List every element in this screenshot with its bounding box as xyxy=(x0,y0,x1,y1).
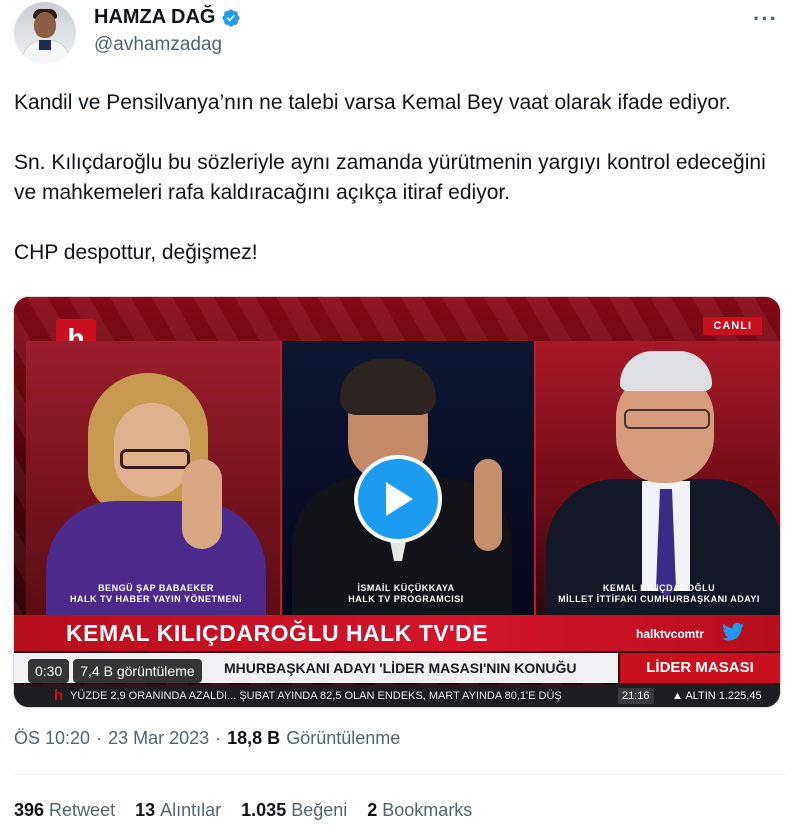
guest-figure xyxy=(624,409,710,429)
avatar-head xyxy=(34,12,56,38)
video-view-count: 7,4 B görüntüleme xyxy=(73,659,202,683)
guest-figure xyxy=(620,351,712,391)
tweet-paragraph: CHP despottur, değişmez! xyxy=(14,241,258,264)
guest-caption: İSMAİL KÜÇÜKKAYA HALK TV PROGRAMCISI xyxy=(280,583,532,605)
avatar-collar xyxy=(39,40,51,50)
tweet-time[interactable]: ÖS 10:20 xyxy=(14,728,90,749)
tweet-paragraph: Sn. Kılıçdaroğlu bu sözleriyle aynı zama… xyxy=(14,151,766,204)
tweet-views-count: 18,8 B xyxy=(227,728,281,748)
divider xyxy=(14,774,786,775)
guest-name: BENGÜ ŞAP BABAEKER xyxy=(98,583,214,593)
author-name-row: HAMZA DAĞ xyxy=(94,6,241,29)
broadcast-headline: KEMAL KILIÇDAROĞLU HALK TV'DE xyxy=(66,620,489,646)
guest-figure xyxy=(474,459,502,551)
stat-quotes[interactable]: 13 Alıntılar xyxy=(135,800,221,821)
tweet-paragraph: Kandil ve Pensilvanya’nın ne talebi vars… xyxy=(14,91,731,114)
guest-figure xyxy=(340,359,436,415)
broadcast-subline: MHURBAŞKANI ADAYI 'LİDER MASASI'NIN KONU… xyxy=(224,660,577,676)
stat-label: Beğeni xyxy=(291,800,348,820)
author-handle[interactable]: @avhamzadag xyxy=(94,34,222,56)
guest-caption: KEMAL KILIÇDAROĞLU MİLLET İTTİFAKI CUMHU… xyxy=(536,583,780,605)
live-badge: CANLI xyxy=(703,317,762,335)
play-button[interactable] xyxy=(354,455,442,543)
stat-likes[interactable]: 1.035 Beğeni xyxy=(241,800,347,821)
ticker-logo: h xyxy=(54,687,64,704)
stat-retweets[interactable]: 396 Retweet xyxy=(14,800,115,821)
engagement-stats: 396 Retweet 13 Alıntılar 1.035 Beğeni 2 Book… xyxy=(14,800,472,821)
play-icon xyxy=(386,482,413,516)
stat-bookmarks[interactable]: 2 Bookmarks xyxy=(367,800,472,821)
tweet-text: Kandil ve Pensilvanya’nın ne talebi vars… xyxy=(14,88,784,298)
guest-title: MİLLET İTTİFAKI CUMHURBAŞKANI ADAYI xyxy=(558,594,760,604)
stat-label: Alıntılar xyxy=(160,800,222,820)
channel-site: halktvcomtr xyxy=(636,627,705,641)
video-info-overlay: 0:30 7,4 B görüntüleme xyxy=(28,659,202,683)
ticker-text: YÜZDE 2,9 ORANINDA AZALDI... ŞUBAT AYIND… xyxy=(70,690,562,702)
ticker-market: ▲ ALTIN 1.225,45 xyxy=(672,690,762,702)
guest-name: KEMAL KILIÇDAROĞLU xyxy=(602,583,716,593)
tweet-date[interactable]: 23 Mar 2023 xyxy=(108,728,209,749)
video-player[interactable]: h CANLI BENGÜ ŞAP BABAEKER HALK TV HABER… xyxy=(13,296,781,708)
guest-name: İSMAİL KÜÇÜKKAYA xyxy=(357,583,455,593)
stat-count: 2 xyxy=(367,800,378,820)
stat-count: 1.035 xyxy=(241,800,287,820)
program-name: LİDER MASASI xyxy=(620,653,780,683)
guest-title: HALK TV PROGRAMCISI xyxy=(348,594,464,604)
guest-caption: BENGÜ ŞAP BABAEKER HALK TV HABER YAYIN Y… xyxy=(26,583,286,605)
video-panel-left xyxy=(26,341,286,619)
avatar[interactable] xyxy=(14,2,76,64)
video-duration: 0:30 xyxy=(28,659,70,683)
ticker-time: 21:16 xyxy=(618,688,654,704)
stat-count: 396 xyxy=(14,800,45,820)
tweet-views-label: Görüntülenme xyxy=(286,728,401,748)
news-ticker: h YÜZDE 2,9 ORANINDA AZALDI... ŞUBAT AYI… xyxy=(14,685,780,707)
guest-figure xyxy=(182,459,222,549)
verified-badge-icon xyxy=(222,8,241,27)
guest-title: HALK TV HABER YAYIN YÖNETMENİ xyxy=(69,594,243,604)
meta-separator: · xyxy=(215,728,222,748)
meta-separator: · xyxy=(96,728,103,748)
video-panel-right xyxy=(536,341,780,619)
tweet-meta: ÖS 10:20 · 23 Mar 2023 · 18,8 B Görüntül… xyxy=(14,728,400,749)
more-horizontal-icon[interactable]: ··· xyxy=(753,6,778,32)
stat-count: 13 xyxy=(135,800,156,820)
guest-figure xyxy=(120,449,190,469)
twitter-bird-icon xyxy=(722,623,744,641)
stat-label: Bookmarks xyxy=(382,800,473,820)
stat-label: Retweet xyxy=(49,800,116,820)
author-display-name[interactable]: HAMZA DAĞ xyxy=(94,6,215,29)
